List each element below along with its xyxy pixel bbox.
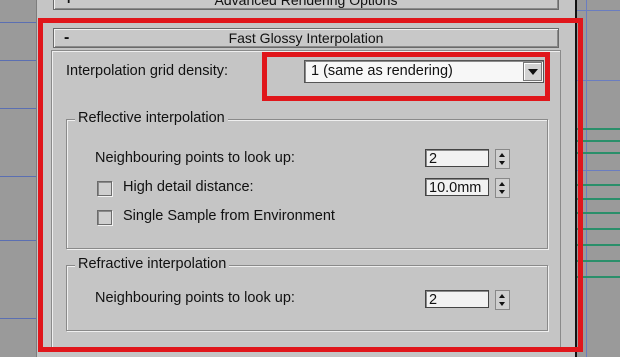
dropdown-highlight-box xyxy=(262,52,550,101)
rollout-title: Advanced Rendering Options xyxy=(214,0,398,8)
left-viewport xyxy=(0,0,36,357)
advanced-rendering-rollout-header[interactable]: + Advanced Rendering Options xyxy=(53,0,559,10)
rollout-expand-icon: + xyxy=(64,0,73,9)
